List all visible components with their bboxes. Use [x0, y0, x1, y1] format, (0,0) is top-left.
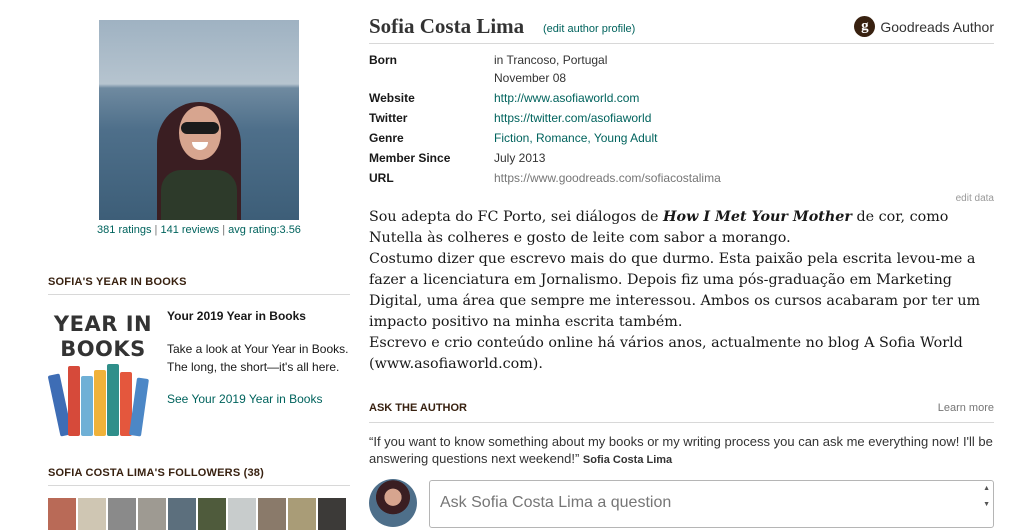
goodreads-author-badge[interactable]: g Goodreads Author [854, 16, 994, 37]
bio-text: ). [532, 356, 543, 372]
scroll-up-arrow-icon[interactable]: ▲ [983, 485, 990, 492]
follower-avatar[interactable] [168, 498, 196, 530]
born-label: Born [369, 53, 397, 67]
follower-avatar[interactable] [228, 498, 256, 530]
year-in-books-cover-text: YEAR IN BOOKS [53, 312, 153, 361]
member-since-value: July 2013 [494, 151, 546, 165]
url-label: URL [369, 171, 394, 185]
born-date: November 08 [494, 71, 567, 85]
genre-links[interactable]: Fiction, Romance, Young Adult [494, 131, 657, 145]
author-name: Sofia Costa Lima [369, 14, 525, 38]
ask-question-box: ▲ ▼ [429, 480, 994, 528]
followers-header[interactable]: SOFIA COSTA LIMA'S FOLLOWERS (38) [48, 467, 350, 486]
author-avatar[interactable] [369, 479, 417, 527]
ask-author-quote: “If you want to know something about my … [369, 433, 994, 469]
bio-paragraph: Escrevo e crio conteúdo online há vários… [369, 333, 994, 375]
twitter-link[interactable]: https://twitter.com/asofiaworld [494, 111, 651, 125]
book-spine-icon [68, 366, 80, 436]
avg-rating: avg rating:3.56 [228, 224, 301, 236]
goodreads-g-icon: g [854, 16, 876, 37]
see-year-in-books-link[interactable]: See Your 2019 Year in Books [167, 392, 322, 406]
bio-emphasis: How I Met Your Mother [663, 209, 852, 225]
ask-question-input[interactable] [430, 481, 993, 527]
bio-text: Sou adepta do FC Porto, sei diálogos de [369, 209, 664, 225]
title-divider [369, 43, 994, 44]
ratings-count-link[interactable]: 381 ratings [97, 224, 151, 236]
website-label: Website [369, 91, 415, 105]
book-spine-icon [107, 364, 119, 436]
reviews-count-link[interactable]: 141 reviews [160, 224, 219, 236]
scroll-down-arrow-icon[interactable]: ▼ [983, 501, 990, 508]
photo-body [161, 170, 237, 220]
bio-blog-link[interactable]: www.asofiaworld.com [375, 356, 533, 372]
follower-avatar[interactable] [48, 498, 76, 530]
follower-avatar[interactable] [318, 498, 346, 530]
follower-avatar[interactable] [108, 498, 136, 530]
edit-data-link[interactable]: edit data [956, 193, 994, 204]
born-place: in Trancoso, Portugal [494, 53, 608, 67]
author-bio: Sou adepta do FC Porto, sei diálogos de … [369, 207, 994, 375]
genre-label: Genre [369, 131, 404, 145]
year-in-books-description: Take a look at Your Year in Books. The l… [167, 342, 349, 374]
quote-text: “If you want to know something about my … [369, 434, 993, 466]
year-in-books-header[interactable]: SOFIA'S YEAR IN BOOKS [48, 276, 350, 295]
book-spine-icon [129, 377, 149, 437]
follower-avatar[interactable] [288, 498, 316, 530]
goodreads-author-label: Goodreads Author [880, 18, 994, 35]
website-link[interactable]: http://www.asofiaworld.com [494, 91, 639, 105]
rating-stats: 381 ratings | 141 reviews | avg rating:3… [48, 224, 350, 236]
book-spine-icon [94, 370, 106, 436]
ask-the-author-header: ASK THE AUTHOR [369, 402, 994, 423]
quote-author[interactable]: Sofia Costa Lima [583, 454, 672, 466]
author-photo[interactable] [99, 20, 299, 220]
bio-paragraph: Costumo dizer que escrevo mais do que du… [369, 251, 981, 330]
bio-paragraph: Sou adepta do FC Porto, sei diálogos de … [369, 207, 994, 249]
profile-url[interactable]: https://www.goodreads.com/sofiacostalima [494, 171, 721, 185]
learn-more-link[interactable]: Learn more [938, 402, 994, 414]
followers-list [48, 498, 346, 530]
follower-avatar[interactable] [78, 498, 106, 530]
year-in-books-title[interactable]: Your 2019 Year in Books [167, 309, 306, 323]
edit-author-profile-link[interactable]: (edit author profile) [543, 23, 635, 35]
follower-avatar[interactable] [138, 498, 166, 530]
book-spine-icon [81, 376, 93, 436]
follower-avatar[interactable] [258, 498, 286, 530]
photo-sunglasses [181, 122, 219, 134]
member-since-label: Member Since [369, 151, 451, 165]
twitter-label: Twitter [369, 111, 408, 125]
follower-avatar[interactable] [198, 498, 226, 530]
year-in-books-cover[interactable]: YEAR IN BOOKS [47, 312, 156, 437]
